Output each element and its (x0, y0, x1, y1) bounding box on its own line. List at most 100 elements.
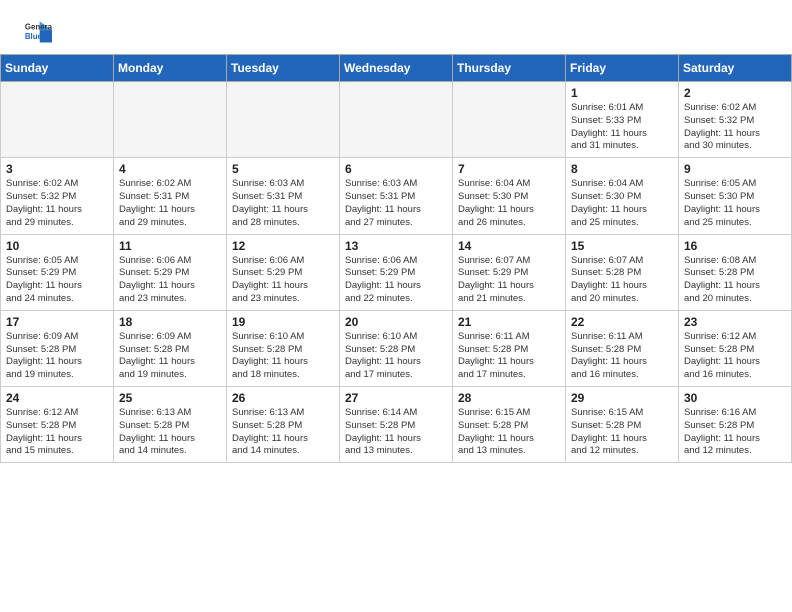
calendar-cell: 3 Sunrise: 6:02 AM Sunset: 5:32 PM Daylig… (1, 158, 114, 234)
calendar-cell: 26 Sunrise: 6:13 AM Sunset: 5:28 PM Dayli… (227, 387, 340, 463)
calendar-table: SundayMondayTuesdayWednesdayThursdayFrid… (0, 54, 792, 463)
day-number: 11 (119, 239, 221, 253)
calendar-header: SundayMondayTuesdayWednesdayThursdayFrid… (1, 55, 792, 82)
calendar-week-4: 17 Sunrise: 6:09 AM Sunset: 5:28 PM Dayli… (1, 310, 792, 386)
calendar-week-2: 3 Sunrise: 6:02 AM Sunset: 5:32 PM Daylig… (1, 158, 792, 234)
day-info: Sunrise: 6:15 AM Sunset: 5:28 PM Dayligh… (458, 407, 560, 458)
day-number: 18 (119, 315, 221, 329)
day-info: Sunrise: 6:13 AM Sunset: 5:28 PM Dayligh… (119, 407, 221, 458)
day-number: 17 (6, 315, 108, 329)
calendar-cell: 30Sunrise: 6:16 AM Sunset: 5:28 PM Dayli… (679, 387, 792, 463)
day-number: 25 (119, 391, 221, 405)
day-info: Sunrise: 6:02 AM Sunset: 5:31 PM Dayligh… (119, 178, 221, 229)
day-number: 13 (345, 239, 447, 253)
weekday-header-saturday: Saturday (679, 55, 792, 82)
day-info: Sunrise: 6:12 AM Sunset: 5:28 PM Dayligh… (684, 331, 786, 382)
day-number: 5 (232, 162, 334, 176)
calendar-cell: 4 Sunrise: 6:02 AM Sunset: 5:31 PM Daylig… (114, 158, 227, 234)
day-info: Sunrise: 6:05 AM Sunset: 5:29 PM Dayligh… (6, 255, 108, 306)
day-info: Sunrise: 6:06 AM Sunset: 5:29 PM Dayligh… (232, 255, 334, 306)
calendar-cell: 6 Sunrise: 6:03 AM Sunset: 5:31 PM Daylig… (340, 158, 453, 234)
day-info: Sunrise: 6:02 AM Sunset: 5:32 PM Dayligh… (6, 178, 108, 229)
day-number: 12 (232, 239, 334, 253)
calendar-cell: 22 Sunrise: 6:11 AM Sunset: 5:28 PM Dayli… (566, 310, 679, 386)
logo-icon: General Blue (24, 18, 52, 46)
day-info: Sunrise: 6:15 AM Sunset: 5:28 PM Dayligh… (571, 407, 673, 458)
calendar-cell: 9 Sunrise: 6:05 AM Sunset: 5:30 PM Daylig… (679, 158, 792, 234)
weekday-header-tuesday: Tuesday (227, 55, 340, 82)
day-number: 14 (458, 239, 560, 253)
calendar-cell: 8 Sunrise: 6:04 AM Sunset: 5:30 PM Daylig… (566, 158, 679, 234)
day-number: 27 (345, 391, 447, 405)
calendar-week-5: 24 Sunrise: 6:12 AM Sunset: 5:28 PM Dayli… (1, 387, 792, 463)
day-number: 6 (345, 162, 447, 176)
calendar-cell (340, 82, 453, 158)
calendar-cell: 25 Sunrise: 6:13 AM Sunset: 5:28 PM Dayli… (114, 387, 227, 463)
day-info: Sunrise: 6:06 AM Sunset: 5:29 PM Dayligh… (119, 255, 221, 306)
day-number: 23 (684, 315, 786, 329)
day-info: Sunrise: 6:07 AM Sunset: 5:28 PM Dayligh… (571, 255, 673, 306)
day-info: Sunrise: 6:09 AM Sunset: 5:28 PM Dayligh… (119, 331, 221, 382)
calendar-cell: 24 Sunrise: 6:12 AM Sunset: 5:28 PM Dayli… (1, 387, 114, 463)
calendar-week-1: 1Sunrise: 6:01 AM Sunset: 5:33 PM Daylig… (1, 82, 792, 158)
calendar-cell: 15 Sunrise: 6:07 AM Sunset: 5:28 PM Dayli… (566, 234, 679, 310)
day-number: 3 (6, 162, 108, 176)
calendar-cell: 5 Sunrise: 6:03 AM Sunset: 5:31 PM Daylig… (227, 158, 340, 234)
day-info: Sunrise: 6:10 AM Sunset: 5:28 PM Dayligh… (232, 331, 334, 382)
day-number: 22 (571, 315, 673, 329)
day-info: Sunrise: 6:04 AM Sunset: 5:30 PM Dayligh… (458, 178, 560, 229)
day-info: Sunrise: 6:03 AM Sunset: 5:31 PM Dayligh… (232, 178, 334, 229)
calendar-cell (114, 82, 227, 158)
day-info: Sunrise: 6:09 AM Sunset: 5:28 PM Dayligh… (6, 331, 108, 382)
header: General Blue (0, 0, 792, 54)
day-info: Sunrise: 6:11 AM Sunset: 5:28 PM Dayligh… (571, 331, 673, 382)
day-info: Sunrise: 6:12 AM Sunset: 5:28 PM Dayligh… (6, 407, 108, 458)
calendar-cell: 12 Sunrise: 6:06 AM Sunset: 5:29 PM Dayli… (227, 234, 340, 310)
calendar-cell: 2 Sunrise: 6:02 AM Sunset: 5:32 PM Daylig… (679, 82, 792, 158)
calendar-cell: 23 Sunrise: 6:12 AM Sunset: 5:28 PM Dayli… (679, 310, 792, 386)
day-info: Sunrise: 6:14 AM Sunset: 5:28 PM Dayligh… (345, 407, 447, 458)
day-info: Sunrise: 6:13 AM Sunset: 5:28 PM Dayligh… (232, 407, 334, 458)
calendar-cell: 18 Sunrise: 6:09 AM Sunset: 5:28 PM Dayli… (114, 310, 227, 386)
calendar-cell: 21Sunrise: 6:11 AM Sunset: 5:28 PM Dayli… (453, 310, 566, 386)
day-number: 8 (571, 162, 673, 176)
weekday-header-sunday: Sunday (1, 55, 114, 82)
weekday-header-thursday: Thursday (453, 55, 566, 82)
calendar-body: 1Sunrise: 6:01 AM Sunset: 5:33 PM Daylig… (1, 82, 792, 463)
day-info: Sunrise: 6:07 AM Sunset: 5:29 PM Dayligh… (458, 255, 560, 306)
day-number: 9 (684, 162, 786, 176)
calendar-cell: 28Sunrise: 6:15 AM Sunset: 5:28 PM Dayli… (453, 387, 566, 463)
calendar-cell: 7 Sunrise: 6:04 AM Sunset: 5:30 PM Daylig… (453, 158, 566, 234)
day-number: 19 (232, 315, 334, 329)
calendar-cell (1, 82, 114, 158)
day-info: Sunrise: 6:11 AM Sunset: 5:28 PM Dayligh… (458, 331, 560, 382)
day-number: 10 (6, 239, 108, 253)
calendar-cell: 19 Sunrise: 6:10 AM Sunset: 5:28 PM Dayli… (227, 310, 340, 386)
weekday-header-wednesday: Wednesday (340, 55, 453, 82)
day-number: 24 (6, 391, 108, 405)
day-number: 4 (119, 162, 221, 176)
calendar-cell (227, 82, 340, 158)
day-number: 30 (684, 391, 786, 405)
calendar-cell: 13Sunrise: 6:06 AM Sunset: 5:29 PM Dayli… (340, 234, 453, 310)
calendar-cell: 11 Sunrise: 6:06 AM Sunset: 5:29 PM Dayli… (114, 234, 227, 310)
day-info: Sunrise: 6:03 AM Sunset: 5:31 PM Dayligh… (345, 178, 447, 229)
day-number: 26 (232, 391, 334, 405)
day-number: 7 (458, 162, 560, 176)
day-number: 15 (571, 239, 673, 253)
svg-text:General: General (25, 22, 52, 31)
day-number: 2 (684, 86, 786, 100)
calendar-cell: 20 Sunrise: 6:10 AM Sunset: 5:28 PM Dayli… (340, 310, 453, 386)
day-info: Sunrise: 6:05 AM Sunset: 5:30 PM Dayligh… (684, 178, 786, 229)
day-info: Sunrise: 6:02 AM Sunset: 5:32 PM Dayligh… (684, 102, 786, 153)
calendar-cell: 17 Sunrise: 6:09 AM Sunset: 5:28 PM Dayli… (1, 310, 114, 386)
day-info: Sunrise: 6:10 AM Sunset: 5:28 PM Dayligh… (345, 331, 447, 382)
day-number: 29 (571, 391, 673, 405)
day-info: Sunrise: 6:04 AM Sunset: 5:30 PM Dayligh… (571, 178, 673, 229)
calendar-cell: 10 Sunrise: 6:05 AM Sunset: 5:29 PM Dayli… (1, 234, 114, 310)
weekday-header-friday: Friday (566, 55, 679, 82)
calendar-cell: 1Sunrise: 6:01 AM Sunset: 5:33 PM Daylig… (566, 82, 679, 158)
calendar-cell (453, 82, 566, 158)
weekday-row: SundayMondayTuesdayWednesdayThursdayFrid… (1, 55, 792, 82)
day-number: 20 (345, 315, 447, 329)
